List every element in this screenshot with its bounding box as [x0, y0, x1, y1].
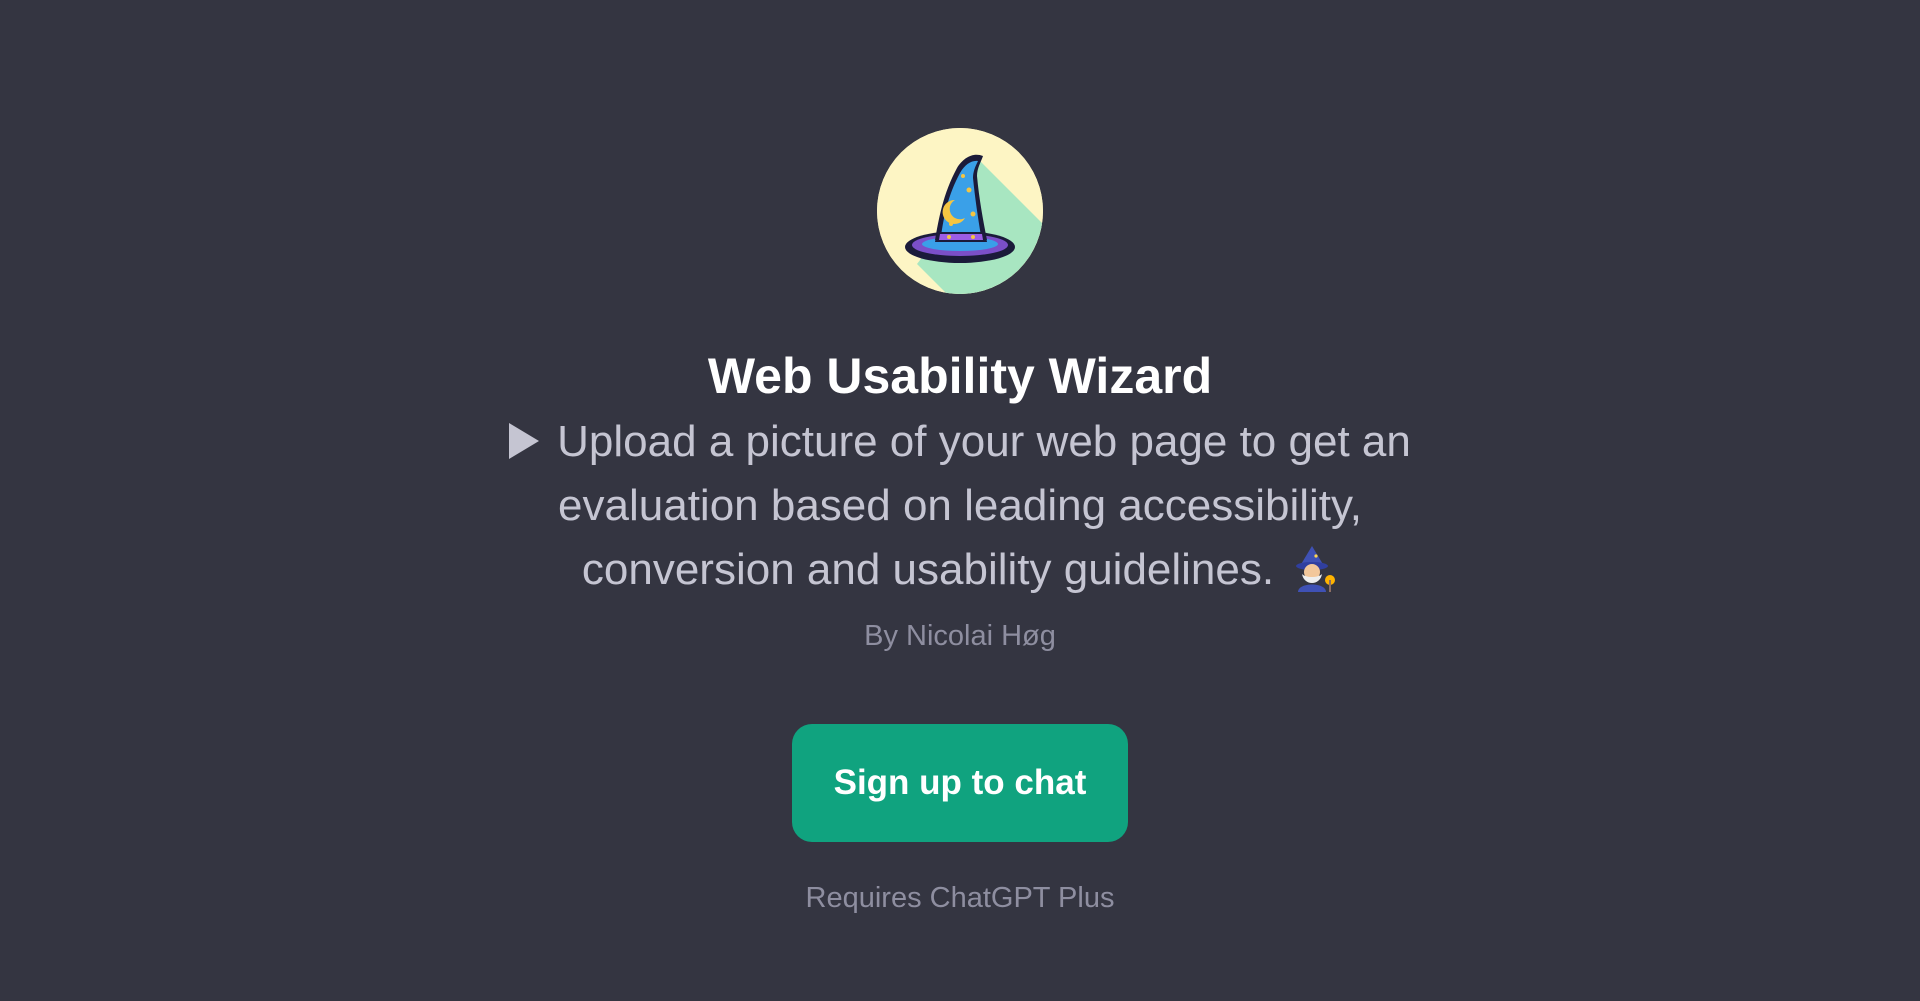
description-line-2: evaluation based on leading accessibilit…	[558, 481, 1362, 530]
gpt-avatar	[877, 128, 1043, 294]
description-text-1: Upload a picture of your web page to get…	[557, 417, 1411, 466]
gpt-description: Upload a picture of your web page to get…	[470, 410, 1450, 602]
gpt-author: By Nicolai Høg	[864, 620, 1056, 652]
gpt-title: Web Usability Wizard	[707, 348, 1213, 404]
description-text-3: conversion and usability guidelines.	[581, 545, 1275, 594]
play-icon	[509, 423, 540, 459]
sign-up-button[interactable]: Sign up to chat	[792, 724, 1128, 842]
wizard-hat-icon	[877, 128, 1043, 294]
plus-requirement-note: Requires ChatGPT Plus	[805, 882, 1115, 914]
gpt-landing: Web Usability Wizard Upload a picture of…	[0, 0, 1920, 1001]
wizard-emoji-icon	[1286, 542, 1338, 594]
description-line-3: conversion and usability guidelines.	[470, 538, 1450, 602]
description-line-1: Upload a picture of your web page to get…	[470, 410, 1450, 474]
